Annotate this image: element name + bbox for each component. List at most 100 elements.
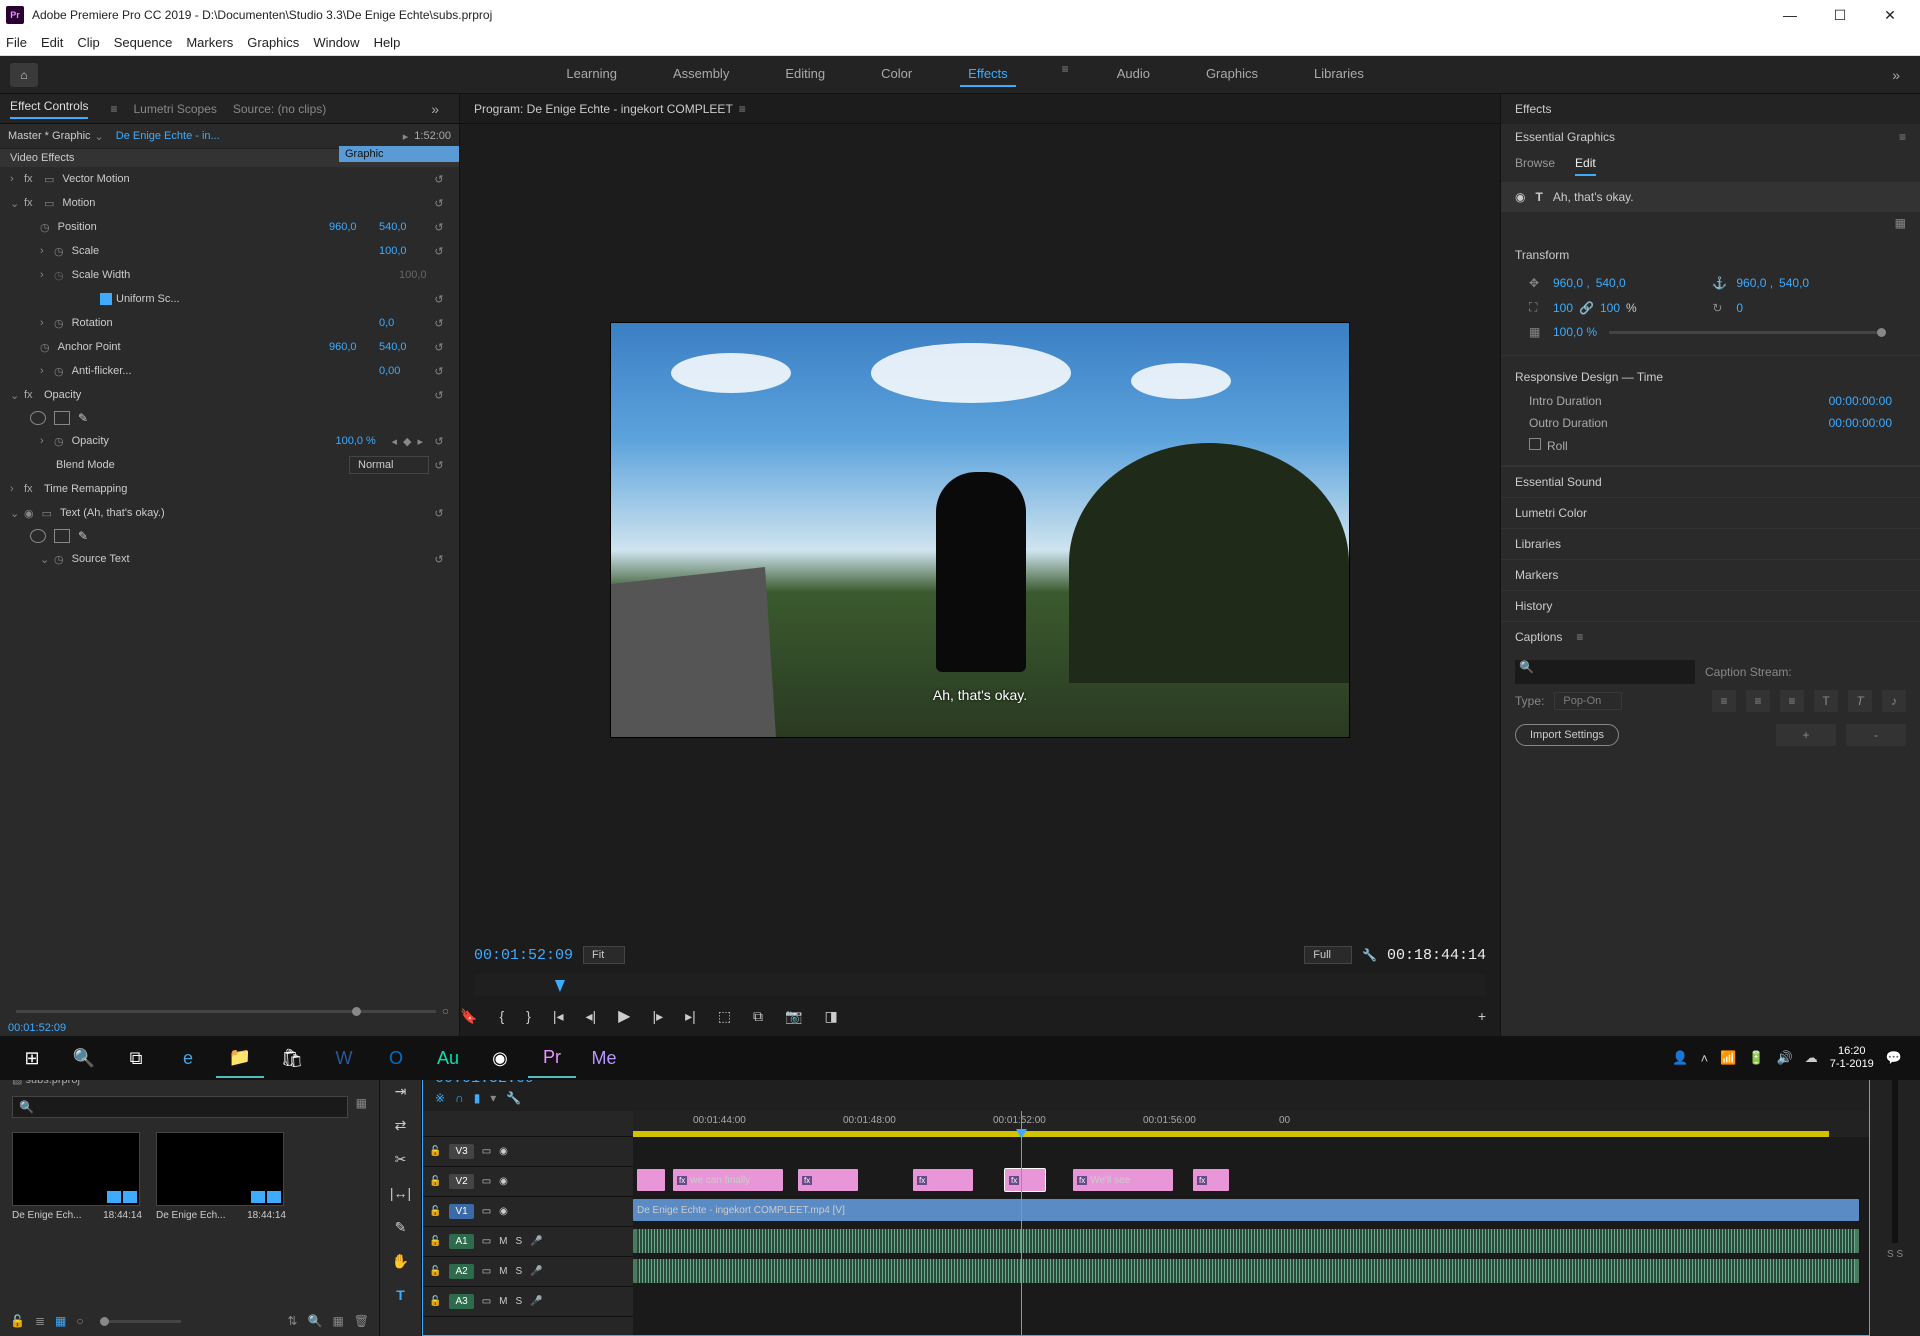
section-libraries[interactable]: Libraries [1501, 528, 1920, 559]
notifications-icon[interactable]: 💬 [1886, 1050, 1902, 1066]
thumbnail-size-slider[interactable] [100, 1320, 181, 1323]
tl-settings-icon[interactable]: ▾ [490, 1091, 496, 1105]
ec-anchor-y[interactable]: 540,0 [379, 341, 429, 353]
fx-icon[interactable]: fx [24, 483, 40, 495]
ec-zoom-slider[interactable] [16, 1010, 436, 1013]
search-icon[interactable]: 🔍 [60, 1038, 108, 1078]
lock-icon[interactable]: 🔓 [429, 1236, 441, 1247]
solo-icon[interactable]: S [515, 1236, 522, 1247]
freeform-view-icon[interactable]: ○ [76, 1314, 83, 1328]
lock-icon[interactable]: 🔓 [10, 1314, 25, 1328]
italic-icon[interactable]: T [1848, 690, 1872, 712]
menu-markers[interactable]: Markers [186, 35, 233, 50]
menu-file[interactable]: File [6, 35, 27, 50]
track-select-tool[interactable]: ⇥ [389, 1079, 413, 1103]
program-menu-icon[interactable]: ≡ [739, 102, 746, 116]
mute-icon[interactable]: M [499, 1296, 507, 1307]
timeline-tracks[interactable]: 00:01:44:00 00:01:48:00 00:01:52:00 00:0… [633, 1111, 1869, 1335]
volume-icon[interactable]: 🔊 [1777, 1050, 1793, 1066]
twirl-icon[interactable]: › [40, 435, 54, 447]
ripple-edit-tool[interactable]: ⇄ [389, 1113, 413, 1137]
stopwatch-icon[interactable]: ◷ [54, 245, 64, 258]
edge-icon[interactable]: e [164, 1038, 212, 1078]
twirl-icon[interactable]: ⌄ [10, 197, 24, 210]
essential-menu-icon[interactable]: ≡ [1899, 130, 1906, 144]
music-icon[interactable]: ♪ [1882, 690, 1906, 712]
import-settings-button[interactable]: Import Settings [1515, 724, 1619, 746]
mask-ellipse-icon[interactable] [30, 411, 46, 425]
stopwatch-icon[interactable]: ◷ [54, 365, 64, 378]
menu-edit[interactable]: Edit [41, 35, 63, 50]
store-icon[interactable]: 🛍 [268, 1038, 316, 1078]
link-scale-icon[interactable]: 🔗 [1579, 301, 1594, 315]
track-a1-label[interactable]: A1 [449, 1234, 473, 1249]
reset-icon[interactable]: ↺ [429, 459, 449, 472]
slip-tool[interactable]: |↔| [389, 1181, 413, 1205]
reset-icon[interactable]: ↺ [429, 293, 449, 306]
solo-icon[interactable]: S [515, 1266, 522, 1277]
captions-menu-icon[interactable]: ≡ [1576, 630, 1583, 644]
bin-item[interactable]: De Enige Ech...18:44:14 [156, 1132, 286, 1225]
ec-opacity-val[interactable]: 100,0 % [335, 435, 385, 447]
battery-icon[interactable]: 🔋 [1748, 1050, 1764, 1066]
tab-source[interactable]: Source: (no clips) [233, 102, 326, 116]
new-item-icon[interactable]: ▦ [332, 1314, 343, 1328]
tf-anchor-x[interactable]: 960,0 , [1736, 276, 1773, 290]
track-a3-label[interactable]: A3 [449, 1294, 473, 1309]
sort-icon[interactable]: ⇅ [287, 1314, 297, 1328]
lift-icon[interactable]: ⬚ [718, 1008, 731, 1025]
reset-icon[interactable]: ↺ [429, 173, 449, 186]
mask-pen-icon[interactable]: ✎ [78, 529, 88, 543]
sync-lock-icon[interactable]: ▭ [482, 1266, 491, 1277]
section-markers[interactable]: Markers [1501, 559, 1920, 590]
next-key-icon[interactable]: ▸ [417, 435, 423, 448]
prev-key-icon[interactable]: ◂ [391, 435, 397, 448]
text-style-icon[interactable]: T [1814, 690, 1838, 712]
twirl-icon[interactable]: ⌄ [10, 389, 24, 402]
explorer-icon[interactable]: 📁 [216, 1038, 264, 1078]
workspace-overflow-icon[interactable]: » [1892, 67, 1910, 83]
pen-tool[interactable]: ✎ [389, 1215, 413, 1239]
playhead[interactable] [1021, 1111, 1022, 1335]
out-point-icon[interactable]: } [526, 1008, 531, 1024]
menu-sequence[interactable]: Sequence [114, 35, 173, 50]
start-button[interactable]: ⊞ [8, 1038, 56, 1078]
track-v2-label[interactable]: V2 [449, 1174, 473, 1189]
razor-tool[interactable]: ✂ [389, 1147, 413, 1171]
reset-icon[interactable]: ↺ [429, 389, 449, 402]
eye-icon[interactable]: ◉ [499, 1146, 508, 1157]
task-view-icon[interactable]: ⧉ [112, 1038, 160, 1078]
people-icon[interactable]: 👤 [1672, 1050, 1688, 1066]
tab-effect-controls[interactable]: Effect Controls [10, 99, 88, 119]
ec-blend-dropdown[interactable]: Normal [349, 456, 429, 474]
workspace-libraries[interactable]: Libraries [1306, 62, 1372, 87]
track-v3-label[interactable]: V3 [449, 1144, 473, 1159]
mute-icon[interactable]: M [499, 1266, 507, 1277]
twirl-icon[interactable]: › [10, 173, 24, 185]
menu-window[interactable]: Window [313, 35, 359, 50]
program-timecode[interactable]: 00:01:52:09 [474, 947, 573, 964]
menu-graphics[interactable]: Graphics [247, 35, 299, 50]
ec-position-y[interactable]: 540,0 [379, 221, 429, 233]
taskbar-clock[interactable]: 16:20 7-1-2019 [1830, 1045, 1874, 1071]
intro-value[interactable]: 00:00:00:00 [1829, 394, 1892, 408]
ec-position-x[interactable]: 960,0 [329, 221, 379, 233]
section-essential-sound[interactable]: Essential Sound [1501, 466, 1920, 497]
text-clip-selected[interactable]: fx [1005, 1169, 1045, 1191]
tab-lumetri-scopes[interactable]: Lumetri Scopes [134, 102, 217, 116]
stopwatch-icon[interactable]: ◷ [40, 221, 50, 234]
play-icon[interactable]: ▸ [403, 130, 409, 143]
menu-clip[interactable]: Clip [77, 35, 99, 50]
ec-antiflicker-val[interactable]: 0,00 [379, 365, 429, 377]
workspace-editing[interactable]: Editing [777, 62, 833, 87]
text-clip[interactable]: fxwe can finally [673, 1169, 783, 1191]
workspace-assembly[interactable]: Assembly [665, 62, 737, 87]
add-key-icon[interactable]: ◆ [403, 435, 411, 448]
twirl-icon[interactable]: › [40, 317, 54, 329]
ec-vector-motion[interactable]: Vector Motion [58, 173, 429, 185]
text-clip[interactable]: fx [798, 1169, 858, 1191]
caption-type-dropdown[interactable]: Pop-On [1554, 692, 1622, 710]
ec-time-remap[interactable]: Time Remapping [40, 483, 449, 495]
tf-rotation[interactable]: 0 [1736, 301, 1743, 315]
reset-icon[interactable]: ↺ [429, 435, 449, 448]
